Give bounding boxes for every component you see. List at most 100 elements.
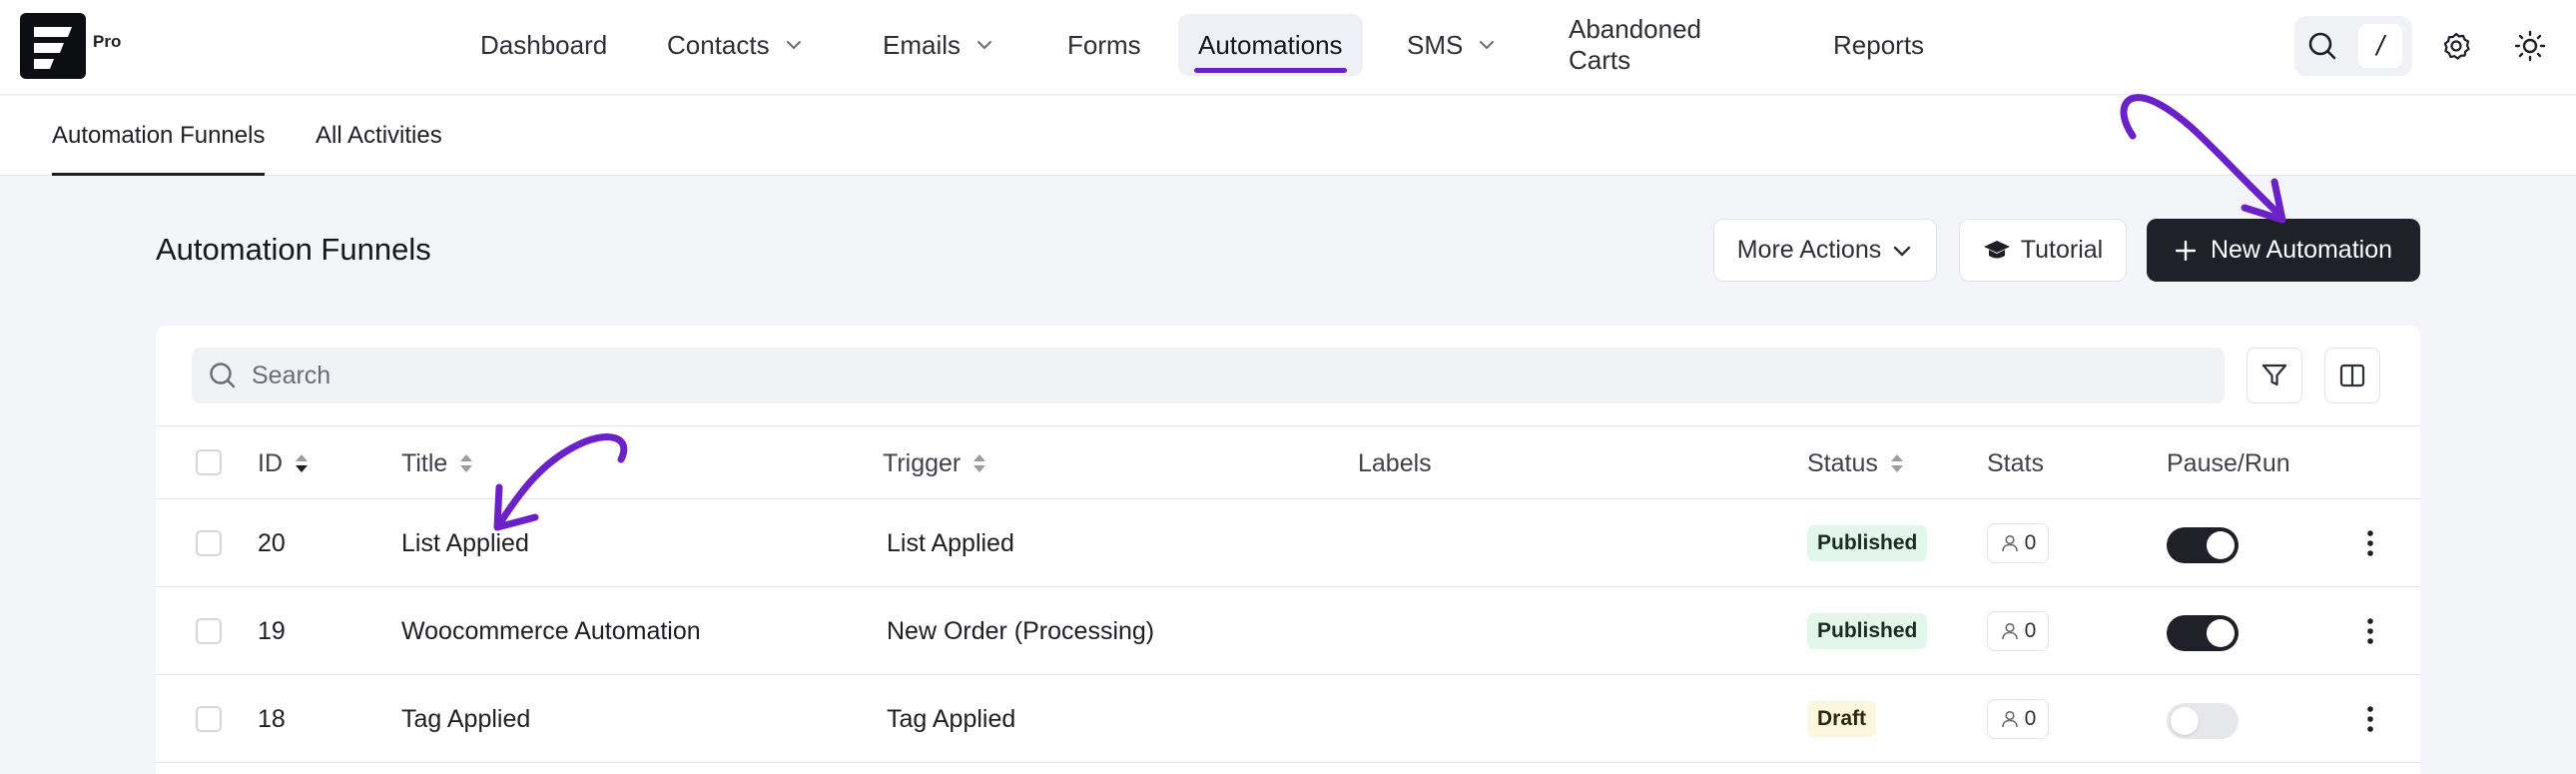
sub-tabs: Automation Funnels All Activities <box>0 96 2576 176</box>
nav-abandoned-carts[interactable]: Abandoned Carts <box>1569 14 1701 76</box>
toggle-knob <box>2207 531 2235 559</box>
tutorial-label: Tutorial <box>2020 236 2104 264</box>
table-row[interactable]: 20 List Applied List Applied Published 0 <box>156 499 2420 587</box>
tab-label: All Activities <box>316 122 442 149</box>
new-automation-label: New Automation <box>2210 236 2393 264</box>
pro-badge: Pro <box>93 32 122 51</box>
graduation-cap-icon <box>1983 240 2010 258</box>
nav-sms[interactable]: SMS <box>1407 14 1497 76</box>
nav-automations[interactable]: Automations <box>1178 14 1363 76</box>
page-title: Automation Funnels <box>156 232 431 267</box>
search-input[interactable] <box>252 348 2149 403</box>
nav-label: Dashboard <box>480 29 608 60</box>
toggle-knob <box>2171 707 2199 735</box>
nav-label: SMS <box>1407 29 1464 60</box>
stats-count: 0 <box>2024 707 2037 730</box>
nav-emails[interactable]: Emails <box>883 14 994 76</box>
pause-run-toggle[interactable] <box>2167 703 2239 739</box>
row-checkbox[interactable] <box>196 530 222 556</box>
automation-table-card: ID Title Trigger Labels Status Stats Pau… <box>156 326 2420 774</box>
nav-contacts[interactable]: Contacts <box>667 14 804 76</box>
nav-label: Contacts <box>667 29 770 60</box>
sun-icon[interactable] <box>2510 26 2550 66</box>
chevron-down-icon <box>1480 41 1495 49</box>
status-badge: Published <box>1807 613 1928 649</box>
stats-button[interactable]: 0 <box>1987 699 2049 739</box>
nav-label: Automations <box>1198 29 1343 60</box>
stats-button[interactable]: 0 <box>1987 523 2049 563</box>
nav-dashboard[interactable]: Dashboard <box>480 14 607 76</box>
more-vertical-icon[interactable] <box>2356 523 2384 563</box>
column-label: Title <box>401 448 448 477</box>
logo-icon[interactable] <box>20 13 86 79</box>
tab-label: Automation Funnels <box>52 122 266 149</box>
nav-label: Emails <box>883 29 962 60</box>
column-stats: Stats <box>1987 426 2044 500</box>
plus-icon <box>2175 240 2197 261</box>
search-icon[interactable] <box>2302 26 2342 66</box>
columns-icon <box>2339 364 2365 387</box>
columns-button[interactable] <box>2324 348 2380 403</box>
select-all-checkbox[interactable] <box>196 449 222 475</box>
chevron-down-icon <box>786 41 801 49</box>
column-trigger[interactable]: Trigger <box>883 426 988 500</box>
search-group: / <box>2294 16 2412 76</box>
table-row[interactable]: 18 Tag Applied Tag Applied Draft 0 <box>156 675 2420 763</box>
table-header: ID Title Trigger Labels Status Stats Pau… <box>156 425 2420 499</box>
nav-label: Reports <box>1833 29 1925 60</box>
column-id[interactable]: ID <box>258 426 311 500</box>
search-shortcut-key[interactable]: / <box>2358 24 2402 68</box>
user-icon <box>2001 622 2018 640</box>
nav-forms[interactable]: Forms <box>1067 14 1141 76</box>
more-actions-button[interactable]: More Actions <box>1713 219 1937 282</box>
top-navigation: Pro Dashboard Contacts Emails Forms Auto… <box>0 0 2576 95</box>
tab-automation-funnels[interactable]: Automation Funnels <box>52 96 266 176</box>
row-trigger: List Applied <box>887 528 1014 557</box>
gear-icon[interactable] <box>2436 26 2476 66</box>
row-title[interactable]: List Applied <box>401 499 529 587</box>
column-label: ID <box>258 448 283 477</box>
search-bar <box>192 348 2225 403</box>
row-id: 18 <box>258 704 286 733</box>
more-actions-label: More Actions <box>1736 236 1882 264</box>
tab-all-activities[interactable]: All Activities <box>316 96 442 176</box>
row-checkbox[interactable] <box>196 618 222 644</box>
column-status[interactable]: Status <box>1807 426 1906 500</box>
row-title[interactable]: Tag Applied <box>401 675 530 763</box>
pause-run-toggle[interactable] <box>2167 527 2239 563</box>
stats-button[interactable]: 0 <box>1987 611 2049 651</box>
nav-label: Abandoned Carts <box>1569 14 1702 75</box>
search-icon <box>210 363 236 388</box>
more-vertical-icon[interactable] <box>2356 699 2384 739</box>
table-row[interactable]: 19 Woocommerce Automation New Order (Pro… <box>156 587 2420 675</box>
column-label: Trigger <box>883 448 962 477</box>
filter-icon <box>2261 364 2287 387</box>
tutorial-button[interactable]: Tutorial <box>1959 219 2127 282</box>
user-icon <box>2001 710 2018 728</box>
new-automation-button[interactable]: New Automation <box>2147 219 2420 282</box>
row-trigger: New Order (Processing) <box>887 616 1155 645</box>
more-vertical-icon[interactable] <box>2356 611 2384 651</box>
filter-button[interactable] <box>2247 348 2302 403</box>
sort-icon <box>460 454 473 472</box>
pause-run-toggle[interactable] <box>2167 615 2239 651</box>
toggle-knob <box>2207 619 2235 647</box>
column-title[interactable]: Title <box>401 426 475 500</box>
row-title[interactable]: Woocommerce Automation <box>401 587 701 675</box>
chevron-down-icon <box>1894 246 1911 256</box>
row-id: 19 <box>258 616 286 645</box>
row-trigger: Tag Applied <box>887 704 1016 733</box>
nav-reports[interactable]: Reports <box>1833 14 1924 76</box>
status-badge: Draft <box>1807 701 1877 737</box>
column-label: Status <box>1807 448 1878 477</box>
sort-icon <box>296 454 308 472</box>
stats-count: 0 <box>2024 619 2037 642</box>
row-checkbox[interactable] <box>196 706 222 732</box>
user-icon <box>2001 534 2018 552</box>
stats-count: 0 <box>2024 531 2037 554</box>
column-pause-run: Pause/Run <box>2167 426 2290 500</box>
column-labels: Labels <box>1358 426 1432 500</box>
column-label: Pause/Run <box>2167 448 2290 477</box>
status-badge: Published <box>1807 525 1928 561</box>
active-indicator <box>1194 68 1347 73</box>
